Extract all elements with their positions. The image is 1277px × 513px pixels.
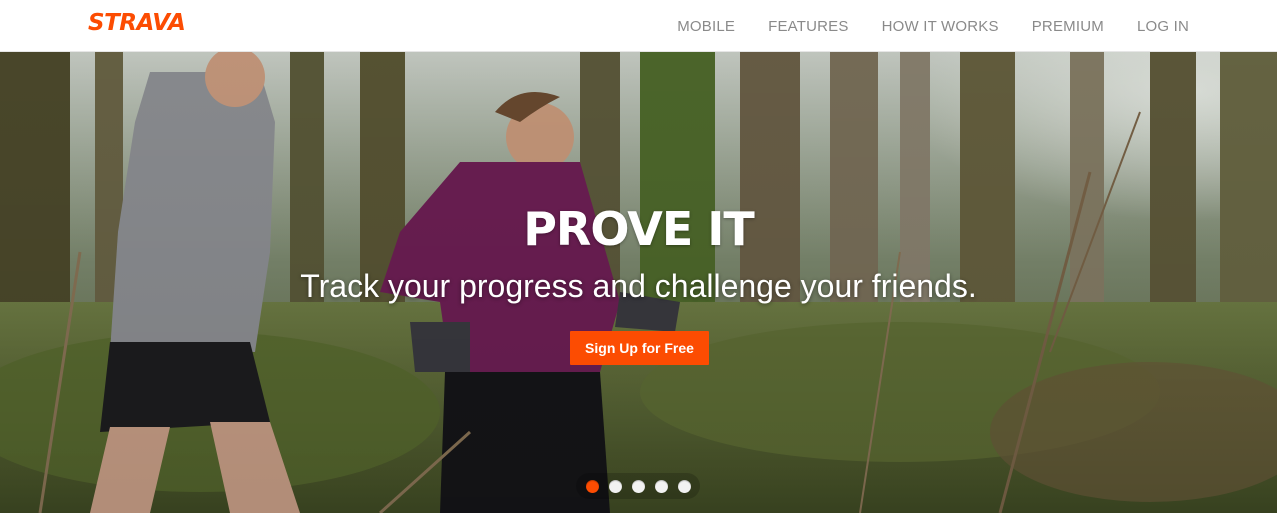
- hero-banner: PROVE IT Track your progress and challen…: [0, 52, 1277, 513]
- strava-logo[interactable]: STRAVA: [88, 10, 186, 36]
- hero-title: PROVE IT: [523, 202, 755, 256]
- main-nav: MOBILE FEATURES HOW IT WORKS PREMIUM LOG…: [677, 0, 1189, 52]
- carousel-dot[interactable]: [608, 479, 622, 493]
- carousel-dot[interactable]: [654, 479, 668, 493]
- site-header: STRAVA MOBILE FEATURES HOW IT WORKS PREM…: [0, 0, 1277, 52]
- nav-how-it-works[interactable]: HOW IT WORKS: [849, 18, 999, 35]
- nav-premium[interactable]: PREMIUM: [999, 18, 1104, 35]
- carousel-dot[interactable]: [677, 479, 691, 493]
- carousel-indicators: [576, 473, 700, 499]
- hero-subtitle: Track your progress and challenge your f…: [300, 268, 977, 304]
- carousel-dot[interactable]: [631, 479, 645, 493]
- nav-mobile[interactable]: MOBILE: [677, 18, 735, 35]
- sign-up-button[interactable]: Sign Up for Free: [570, 331, 709, 365]
- carousel-dot[interactable]: [585, 479, 599, 493]
- nav-log-in[interactable]: LOG IN: [1104, 18, 1189, 35]
- nav-features[interactable]: FEATURES: [735, 18, 849, 35]
